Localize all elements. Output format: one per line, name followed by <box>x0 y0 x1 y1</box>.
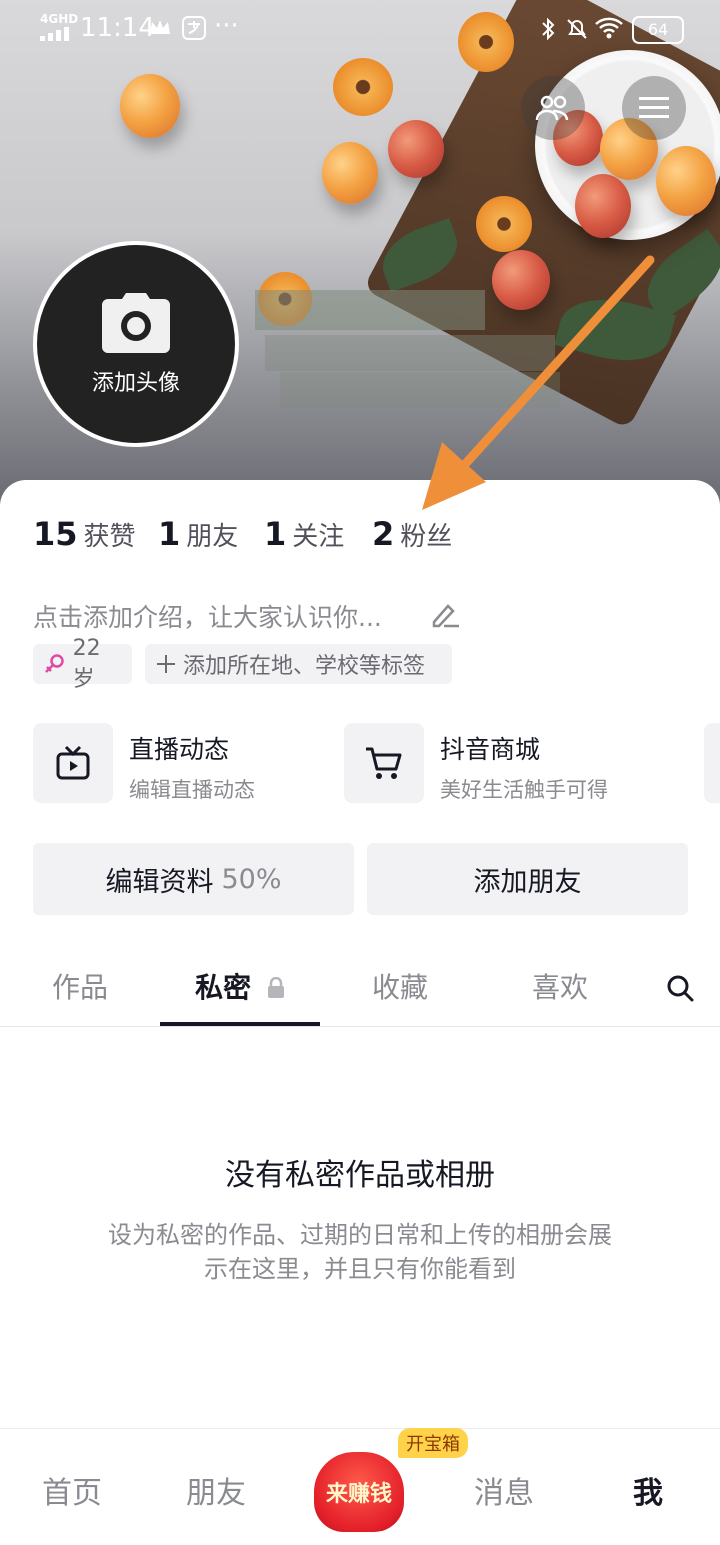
tab-favorites[interactable]: 收藏 <box>320 966 480 1006</box>
tab-private-label: 私密 <box>195 971 252 1004</box>
apricot-image <box>322 142 378 204</box>
followers-label: 粉丝 <box>400 522 453 552</box>
tab-likes[interactable]: 喜欢 <box>480 966 640 1006</box>
following-label: 关注 <box>292 522 345 552</box>
tab-works[interactable]: 作品 <box>0 966 160 1006</box>
nav-home[interactable]: 首页 <box>12 1468 132 1512</box>
apricot-image <box>575 174 631 238</box>
empty-desc-line2: 示在这里，并且只有你能看到 <box>204 1255 516 1283</box>
camera-icon <box>102 293 170 353</box>
apricot-half-image <box>476 196 532 252</box>
female-gender-icon <box>45 654 64 673</box>
signal-icon <box>40 26 70 45</box>
profile-completion-percent: 50% <box>221 863 282 895</box>
douyin-mall-icon-button[interactable] <box>344 723 424 803</box>
nav-friends[interactable]: 朋友 <box>156 1468 276 1512</box>
edit-profile-label: 编辑资料 <box>105 866 214 898</box>
annotation-arrow <box>422 255 655 510</box>
likes-stat[interactable]: 15 获赞 <box>33 515 136 553</box>
add-avatar-button[interactable]: 添加头像 <box>33 241 239 447</box>
followers-stat[interactable]: 2 粉丝 <box>372 515 452 553</box>
add-friends-label: 添加朋友 <box>473 866 582 898</box>
tab-private[interactable]: 私密 <box>160 966 320 1006</box>
mute-bell-icon <box>564 16 590 46</box>
menu-button[interactable] <box>622 76 686 140</box>
shopping-cart-icon <box>366 747 402 779</box>
add-friends-button[interactable]: 添加朋友 <box>367 843 688 915</box>
live-feed-subtitle: 编辑直播动态 <box>129 778 255 802</box>
friends-stat[interactable]: 1 朋友 <box>158 515 238 553</box>
friends-button[interactable] <box>521 76 585 140</box>
lock-icon <box>267 976 284 998</box>
plus-icon <box>157 655 175 673</box>
edit-profile-button[interactable]: 编辑资料 50% <box>33 843 354 915</box>
live-feed-title[interactable]: 直播动态 <box>129 730 229 766</box>
wifi-icon <box>594 16 624 44</box>
nav-messages[interactable]: 消息 <box>444 1468 564 1512</box>
apricot-half-image <box>458 12 514 72</box>
age-tag[interactable]: 22岁 <box>33 636 132 692</box>
likes-label: 获赞 <box>83 522 136 552</box>
empty-state-title: 没有私密作品或相册 <box>225 1158 495 1193</box>
following-stat[interactable]: 1 关注 <box>264 515 344 553</box>
earn-money-button[interactable]: 来赚钱 <box>314 1452 404 1532</box>
empty-state-description: 设为私密的作品、过期的日常和上传的相册会展 示在这里，并且只有你能看到 <box>60 1218 660 1286</box>
people-icon <box>535 95 569 121</box>
add-intro-link[interactable]: 点击添加介绍，让大家认识你... <box>33 598 382 634</box>
hamburger-menu-icon <box>639 97 669 118</box>
friends-label: 朋友 <box>186 522 239 552</box>
apricot-image <box>656 146 716 216</box>
search-icon[interactable] <box>666 974 694 1006</box>
following-count: 1 <box>264 515 287 553</box>
crown-icon <box>148 18 172 42</box>
tv-icon <box>56 745 90 780</box>
age-tag-label: 22岁 <box>72 635 101 692</box>
bluetooth-icon <box>540 16 556 46</box>
avatar-label: 添加头像 <box>91 371 180 396</box>
more-feature-peek[interactable] <box>704 723 720 803</box>
friends-count: 1 <box>158 515 181 553</box>
status-time: 11:14 <box>80 13 155 43</box>
nav-me[interactable]: 我 <box>588 1468 708 1512</box>
douyin-mall-title[interactable]: 抖音商城 <box>440 730 540 766</box>
apricot-image <box>120 74 180 138</box>
likes-count: 15 <box>33 515 78 553</box>
edit-pencil-icon[interactable] <box>430 600 460 632</box>
empty-desc-line1: 设为私密的作品、过期的日常和上传的相册会展 <box>108 1221 612 1249</box>
tab-divider <box>0 1026 720 1027</box>
alipay-icon <box>182 16 206 44</box>
apricot-image <box>388 120 444 178</box>
add-tag-label: 添加所在地、学校等标签 <box>183 654 426 679</box>
battery-indicator: 64 <box>632 16 684 44</box>
live-feed-icon-button[interactable] <box>33 723 113 803</box>
more-notifications: ··· <box>214 11 239 41</box>
douyin-mall-subtitle: 美好生活触手可得 <box>440 778 608 802</box>
network-type: 4GHD <box>40 12 79 26</box>
followers-count: 2 <box>372 515 395 553</box>
open-treasure-badge[interactable]: 开宝箱 <box>398 1428 468 1458</box>
add-location-school-tag[interactable]: 添加所在地、学校等标签 <box>145 644 452 684</box>
apricot-half-image <box>333 58 393 116</box>
